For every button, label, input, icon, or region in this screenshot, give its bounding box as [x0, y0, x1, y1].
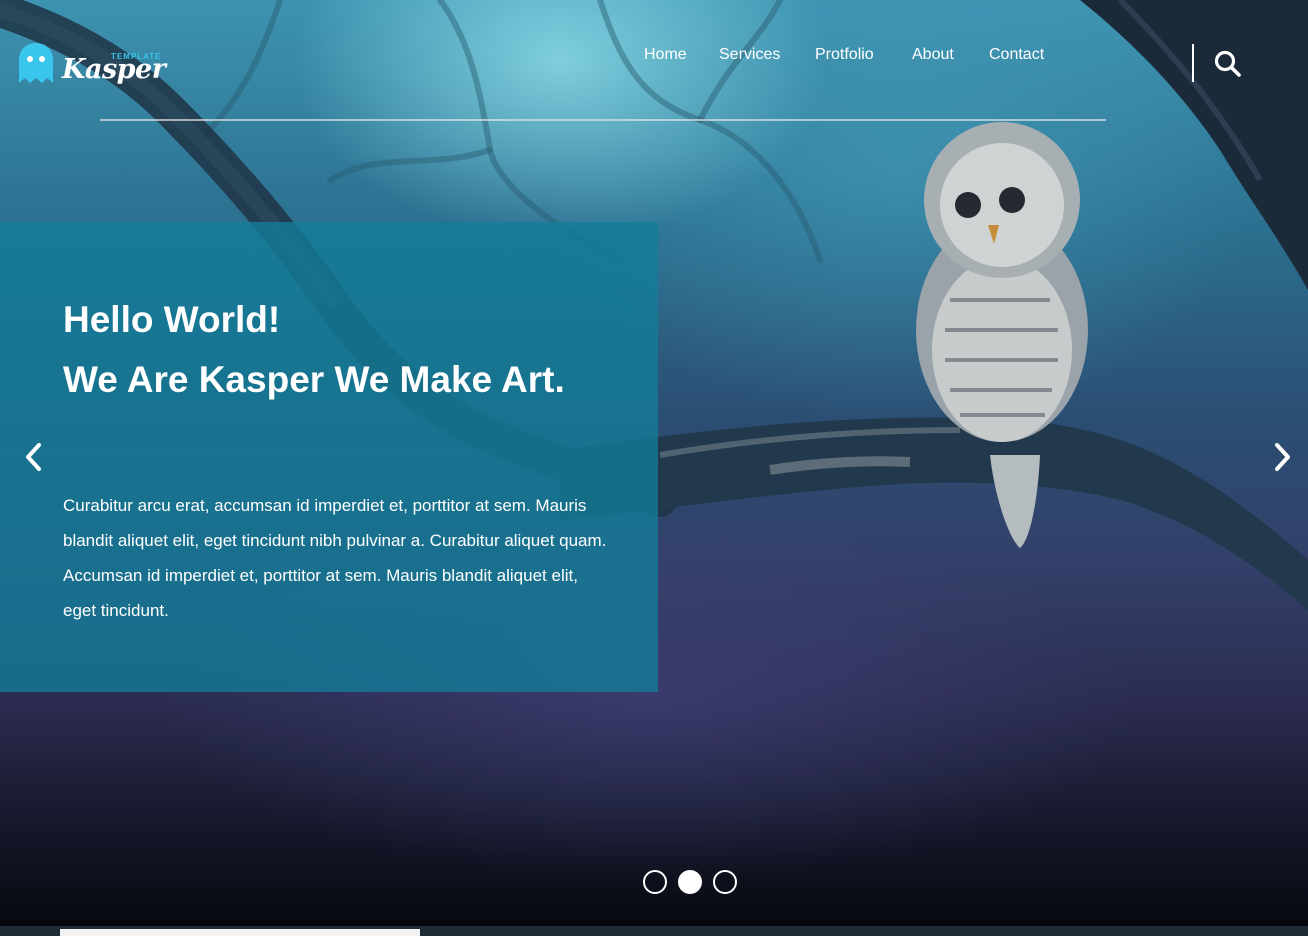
nav-link-about[interactable]: About	[912, 46, 954, 64]
search-button[interactable]	[1212, 48, 1242, 78]
nav-link-home[interactable]: Home	[644, 46, 687, 64]
hero-paragraph: Curabitur arcu erat, accumsan id imperdi…	[63, 496, 607, 620]
slider-prev-button[interactable]	[22, 440, 46, 474]
nav-link-contact[interactable]: Contact	[989, 46, 1044, 64]
header-divider-line	[100, 119, 1106, 121]
hero-heading-line2: We Are Kasper We Make Art.	[63, 359, 565, 400]
nav-link-portfolio[interactable]: Protfolio	[815, 46, 874, 64]
nav-link-services[interactable]: Services	[719, 46, 780, 64]
hero-heading: Hello World! We Are Kasper We Make Art.	[63, 290, 623, 410]
search-icon	[1214, 50, 1241, 77]
slider-dot-3[interactable]	[713, 870, 737, 894]
nav-divider	[1192, 44, 1194, 82]
slider-dot-2[interactable]	[678, 870, 702, 894]
chevron-right-icon	[1275, 443, 1290, 471]
next-section-panel	[60, 929, 420, 936]
chevron-left-icon	[26, 443, 41, 471]
ghost-icon	[19, 43, 53, 83]
slider-dot-1[interactable]	[643, 870, 667, 894]
hero-caption-box: Hello World! We Are Kasper We Make Art. …	[0, 222, 658, 692]
slider-next-button[interactable]	[1270, 440, 1294, 474]
next-section-strip	[0, 926, 1308, 936]
hero-heading-line1: Hello World!	[63, 299, 281, 340]
brand-logo[interactable]: TEMPLATE Kasper	[18, 40, 168, 92]
brand-name: Kasper	[62, 54, 166, 85]
slider-pagination	[643, 870, 743, 898]
